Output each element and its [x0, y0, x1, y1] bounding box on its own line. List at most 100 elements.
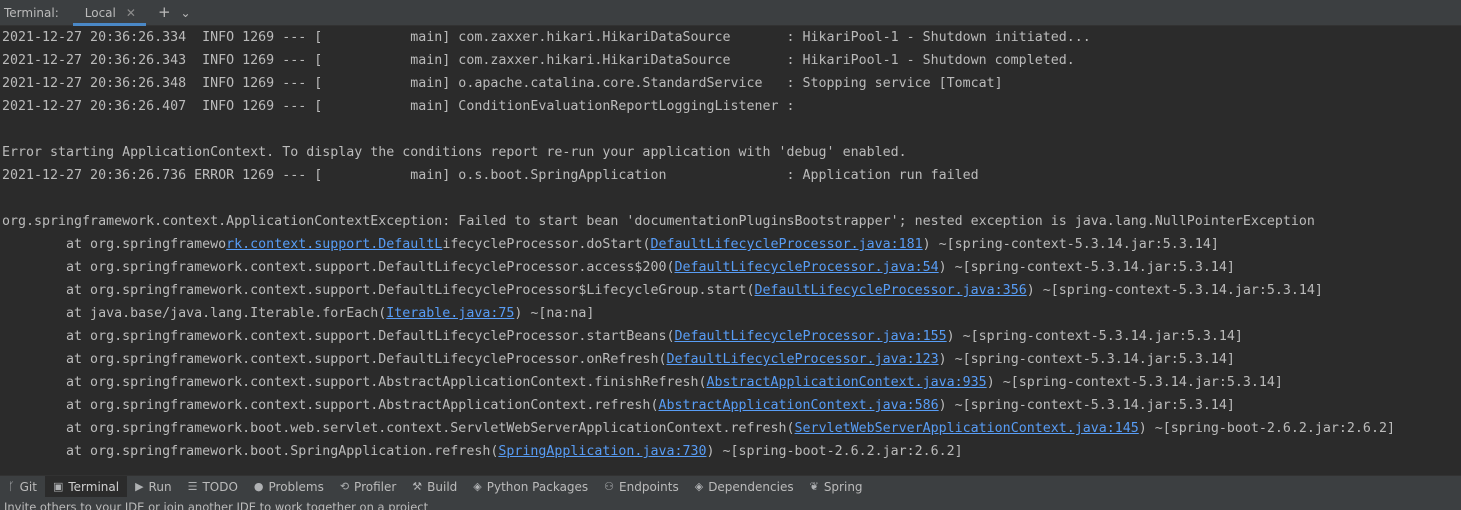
console-text: ) ~[spring-context-5.3.14.jar:5.3.14] — [946, 329, 1243, 344]
source-link[interactable]: AbstractApplicationContext.java:935 — [706, 375, 986, 390]
tool-window-spring[interactable]: ❦ Spring — [802, 476, 871, 498]
console-text: at java.base/java.lang.Iterable.forEach( — [2, 306, 387, 321]
console-text: at org.springframework.context.support.D… — [2, 352, 667, 367]
tool-window-label: Run — [148, 479, 172, 494]
console-text: at org.springframewo — [2, 237, 227, 252]
tool-window-label: Terminal — [68, 479, 120, 494]
source-link[interactable]: rk.context.support.DefaultL — [226, 237, 442, 252]
source-link[interactable]: AbstractApplicationContext.java:586 — [658, 398, 938, 413]
console-text: at org.springframework.context.support.A… — [2, 375, 707, 390]
console-text: ) ~[spring-context-5.3.14.jar:5.3.14] — [1026, 283, 1323, 298]
run-icon: ▶ — [135, 480, 144, 493]
console-line: org.springframework.context.ApplicationC… — [0, 210, 1461, 233]
build-hammer-icon: ⚒ — [412, 480, 423, 493]
console-text: ) ~[spring-boot-2.6.2.jar:2.6.2] — [706, 444, 963, 459]
tool-window-terminal[interactable]: ▣ Terminal — [44, 475, 128, 498]
tool-window-build[interactable]: ⚒ Build — [404, 476, 465, 498]
console-line: at org.springframework.context.support.D… — [0, 233, 1461, 256]
console-text: at org.springframework.context.support.D… — [2, 260, 675, 275]
terminal-icon: ▣ — [52, 480, 64, 493]
console-line: 2021-12-27 20:36:26.407 INFO 1269 --- [ … — [0, 95, 1461, 118]
console-line: at org.springframework.context.support.D… — [0, 325, 1461, 348]
console-line: at org.springframework.context.support.D… — [0, 256, 1461, 279]
git-branch-icon: ᚴ — [8, 480, 15, 493]
problems-icon: ● — [253, 480, 264, 493]
console-text: at org.springframework.context.support.D… — [2, 283, 755, 298]
layers-icon: ◈ — [694, 480, 704, 493]
status-bar: Invite others to your IDE or join anothe… — [0, 497, 1461, 510]
source-link[interactable]: SpringApplication.java:730 — [498, 444, 706, 459]
console-text: ifecycleProcessor.doStart( — [442, 237, 651, 252]
console-line: 2021-12-27 20:36:26.343 INFO 1269 --- [ … — [0, 49, 1461, 72]
tool-window-problems[interactable]: ● Problems — [246, 476, 332, 498]
tool-window-label: Dependencies — [708, 479, 794, 494]
source-link[interactable]: DefaultLifecycleProcessor.java:123 — [666, 352, 938, 367]
terminal-output[interactable]: 2021-12-27 20:36:26.334 INFO 1269 --- [ … — [0, 26, 1461, 474]
close-icon[interactable]: ✕ — [126, 6, 136, 20]
todo-list-icon: ☰ — [187, 480, 198, 493]
tool-window-endpoints[interactable]: ⚇ Endpoints — [596, 476, 687, 498]
console-text: 2021-12-27 20:36:26.343 INFO 1269 --- [ … — [2, 53, 1075, 68]
console-text: ) ~[spring-context-5.3.14.jar:5.3.14] — [922, 237, 1219, 252]
profiler-icon: ⟲ — [339, 480, 350, 493]
chevron-down-icon[interactable]: ⌄ — [181, 7, 191, 19]
source-link[interactable]: Iterable.java:75 — [386, 306, 514, 321]
console-line: at org.springframework.context.support.A… — [0, 371, 1461, 394]
tool-window-label: Spring — [823, 479, 863, 494]
console-line: at org.springframework.context.support.D… — [0, 279, 1461, 302]
console-line: at org.springframework.context.support.D… — [0, 348, 1461, 371]
tool-window-todo[interactable]: ☰ TODO — [180, 476, 246, 498]
console-text: ) ~[spring-context-5.3.14.jar:5.3.14] — [938, 352, 1235, 367]
source-link[interactable]: ServletWebServerApplicationContext.java:… — [795, 421, 1139, 436]
console-text: Error starting ApplicationContext. To di… — [2, 145, 907, 160]
tool-window-git[interactable]: ᚴ Git — [0, 476, 45, 498]
tool-window-label: Build — [427, 479, 458, 494]
console-text: ) ~[spring-context-5.3.14.jar:5.3.14] — [986, 375, 1283, 390]
console-text: 2021-12-27 20:36:26.736 ERROR 1269 --- [… — [2, 168, 979, 183]
tool-window-dependencies[interactable]: ◈ Dependencies — [687, 476, 802, 498]
status-message: Invite others to your IDE or join anothe… — [4, 500, 429, 510]
endpoints-icon: ⚇ — [604, 480, 615, 493]
console-line: at java.base/java.lang.Iterable.forEach(… — [0, 302, 1461, 325]
terminal-tab-bar: Terminal: Local ✕ + ⌄ — [0, 0, 1461, 26]
console-text: ) ~[na:na] — [514, 306, 595, 321]
console-text: ) ~[spring-context-5.3.14.jar:5.3.14] — [938, 260, 1235, 275]
console-line: 2021-12-27 20:36:26.334 INFO 1269 --- [ … — [0, 26, 1461, 49]
source-link[interactable]: DefaultLifecycleProcessor.java:181 — [650, 237, 922, 252]
add-icon[interactable]: + — [158, 5, 171, 20]
terminal-label: Terminal: — [4, 5, 59, 20]
tool-window-python-packages[interactable]: ◈ Python Packages — [465, 476, 596, 498]
console-line: at org.springframework.boot.SpringApplic… — [0, 440, 1461, 463]
console-text: at org.springframework.context.support.D… — [2, 329, 675, 344]
spring-leaf-icon: ❦ — [809, 480, 819, 493]
tool-window-label: Problems — [268, 479, 324, 494]
tool-window-label: TODO — [202, 479, 238, 494]
source-link[interactable]: DefaultLifecycleProcessor.java:155 — [674, 329, 946, 344]
console-text: 2021-12-27 20:36:26.334 INFO 1269 --- [ … — [2, 30, 1091, 45]
console-text: ) ~[spring-context-5.3.14.jar:5.3.14] — [938, 398, 1235, 413]
console-line: at org.springframework.boot.web.servlet.… — [0, 417, 1461, 440]
tool-window-label: Python Packages — [486, 479, 589, 494]
tool-window-label: Endpoints — [619, 479, 679, 494]
layers-icon: ◈ — [473, 480, 482, 493]
tool-window-bar: ᚴ Git ▣ Terminal ▶ Run ☰ TODO ● Problems ⟲ Profiler… — [0, 475, 1461, 498]
tool-window-profiler[interactable]: ⟲ Profiler — [332, 476, 404, 498]
console-text: at org.springframework.boot.web.servlet.… — [2, 421, 795, 436]
console-line: at org.springframework.context.support.A… — [0, 394, 1461, 417]
source-link[interactable]: DefaultLifecycleProcessor.java:54 — [674, 260, 938, 275]
console-text: ) ~[spring-boot-2.6.2.jar:2.6.2] — [1138, 421, 1395, 436]
tab-local[interactable]: Local ✕ — [72, 0, 147, 26]
tool-window-run[interactable]: ▶ Run — [127, 476, 179, 498]
console-text: 2021-12-27 20:36:26.348 INFO 1269 --- [ … — [2, 76, 1003, 91]
console-text: at org.springframework.context.support.A… — [2, 398, 659, 413]
tab-local-label: Local — [84, 5, 116, 20]
console-line: 2021-12-27 20:36:26.348 INFO 1269 --- [ … — [0, 72, 1461, 95]
tool-window-label: Git — [19, 479, 37, 494]
source-link[interactable]: DefaultLifecycleProcessor.java:356 — [755, 283, 1027, 298]
console-text: org.springframework.context.ApplicationC… — [2, 214, 1315, 229]
console-text: at org.springframework.boot.SpringApplic… — [2, 444, 499, 459]
tool-window-label: Profiler — [354, 479, 397, 494]
console-line: 2021-12-27 20:36:26.736 ERROR 1269 --- [… — [0, 164, 1461, 187]
